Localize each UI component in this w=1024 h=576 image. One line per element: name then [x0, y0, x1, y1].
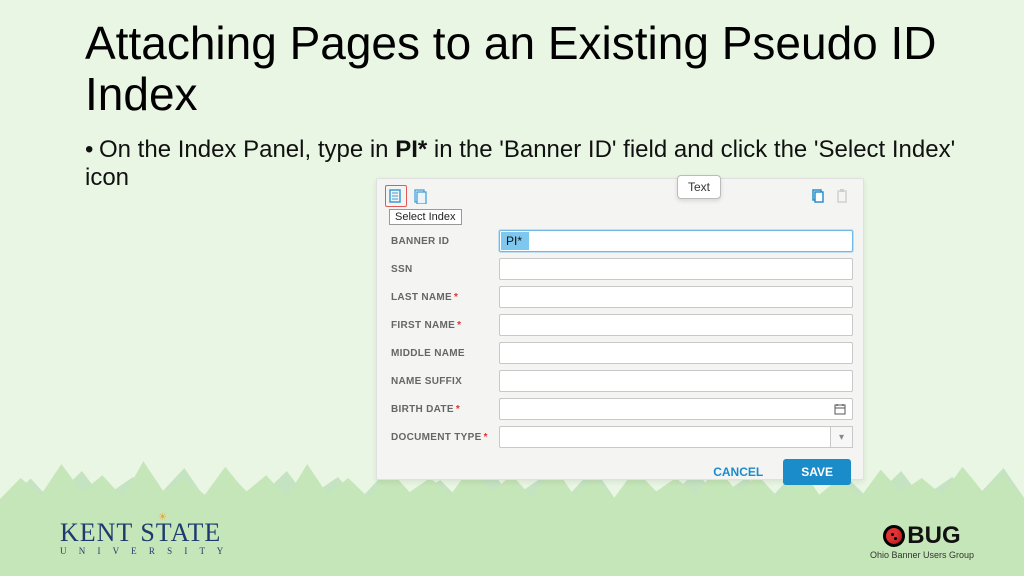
calendar-icon[interactable]	[827, 398, 853, 420]
cancel-button[interactable]: CANCEL	[703, 459, 773, 485]
first-name-input[interactable]	[499, 314, 853, 336]
ssn-input[interactable]	[499, 258, 853, 280]
sun-icon: ☀	[158, 512, 167, 523]
toolbar-icon-2[interactable]	[409, 185, 431, 207]
kent-logo-sub: U N I V E R S I T Y	[60, 546, 228, 556]
row-last-name: LAST NAME*	[377, 283, 863, 311]
select-index-icon[interactable]	[385, 185, 407, 207]
chevron-down-icon[interactable]: ▾	[831, 426, 853, 448]
copy-icon[interactable]	[807, 185, 829, 207]
middle-name-input[interactable]	[499, 342, 853, 364]
label-document-type: DOCUMENT TYPE*	[391, 432, 499, 443]
index-panel: Text Select Index BANNER ID PI*	[376, 178, 864, 480]
label-middle-name: MIDDLE NAME	[391, 348, 499, 359]
kent-state-logo: ☀ KENT STATE U N I V E R S I T Y	[60, 518, 228, 556]
ladybug-icon	[883, 525, 905, 547]
label-name-suffix: NAME SUFFIX	[391, 376, 499, 387]
bullet-pre: On the Index Panel, type in	[99, 136, 395, 163]
panel-toolbar	[377, 179, 863, 213]
obug-logo: BUG Ohio Banner Users Group	[870, 524, 974, 560]
slide: Attaching Pages to an Existing Pseudo ID…	[0, 0, 1024, 576]
obug-logo-sub: Ohio Banner Users Group	[870, 550, 974, 560]
banner-id-input[interactable]: PI*	[499, 230, 853, 252]
row-birth-date: BIRTH DATE*	[377, 395, 863, 423]
select-index-tooltip: Select Index	[389, 209, 462, 225]
bullet-bold: PI*	[395, 136, 427, 163]
row-name-suffix: NAME SUFFIX	[377, 367, 863, 395]
obug-logo-main: BUG	[907, 524, 960, 548]
row-document-type: DOCUMENT TYPE* ▾	[377, 423, 863, 451]
slide-title: Attaching Pages to an Existing Pseudo ID…	[85, 18, 964, 119]
row-ssn: SSN	[377, 255, 863, 283]
row-banner-id: BANNER ID PI*	[377, 227, 863, 255]
label-first-name: FIRST NAME*	[391, 320, 499, 331]
paste-icon	[831, 185, 853, 207]
row-first-name: FIRST NAME*	[377, 311, 863, 339]
banner-id-value: PI*	[500, 231, 528, 251]
last-name-input[interactable]	[499, 286, 853, 308]
name-suffix-input[interactable]	[499, 370, 853, 392]
label-ssn: SSN	[391, 264, 499, 275]
label-last-name: LAST NAME*	[391, 292, 499, 303]
label-birth-date: BIRTH DATE*	[391, 404, 499, 415]
button-row: CANCEL SAVE	[377, 451, 863, 495]
text-tooltip: Text	[677, 175, 721, 199]
kent-logo-main: KENT STATE	[60, 518, 228, 548]
document-type-input[interactable]	[499, 426, 831, 448]
row-middle-name: MIDDLE NAME	[377, 339, 863, 367]
save-button[interactable]: SAVE	[783, 459, 851, 485]
label-banner-id: BANNER ID	[391, 236, 499, 247]
birth-date-input[interactable]	[499, 398, 828, 420]
